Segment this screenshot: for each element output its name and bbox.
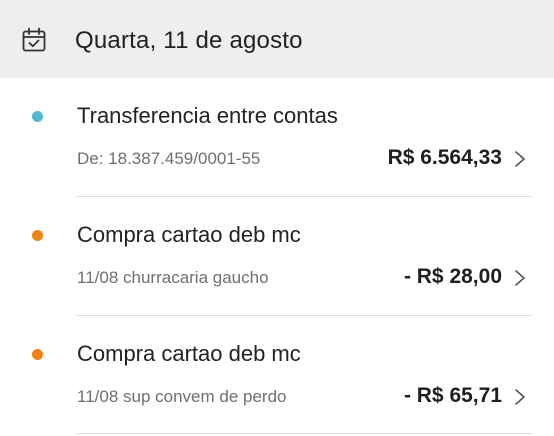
- transaction-title: Compra cartao deb mc: [77, 222, 301, 247]
- transaction-amount: R$ 6.564,33: [387, 146, 502, 169]
- chevron-right-icon: [515, 151, 525, 167]
- transaction-amount: - R$ 28,00: [403, 265, 502, 288]
- transaction-row[interactable]: Compra cartao deb mc 11/08 sup convem de…: [0, 316, 554, 434]
- status-dot-icon: [32, 230, 43, 241]
- transaction-amount: - R$ 65,71: [403, 384, 502, 407]
- transaction-row[interactable]: Compra cartao deb mc 11/08 churracaria g…: [0, 197, 554, 315]
- date-header: Quarta, 11 de agosto: [0, 0, 554, 78]
- transaction-row[interactable]: Transferencia entre contas De: 18.387.45…: [0, 78, 554, 196]
- status-dot-icon: [32, 111, 43, 122]
- chevron-right-icon: [515, 389, 525, 405]
- transaction-title: Transferencia entre contas: [77, 103, 338, 128]
- date-title: Quarta, 11 de agosto: [75, 27, 303, 54]
- transaction-detail: 11/08 sup convem de perdo: [77, 387, 287, 406]
- divider: [77, 433, 532, 434]
- transaction-title: Compra cartao deb mc: [77, 341, 301, 366]
- statement-screen: Quarta, 11 de agosto Transferencia entre…: [0, 0, 554, 436]
- transaction-detail: De: 18.387.459/0001-55: [77, 149, 261, 168]
- calendar-check-icon: [22, 27, 46, 52]
- status-dot-icon: [32, 349, 43, 360]
- chevron-right-icon: [515, 270, 525, 286]
- transaction-detail: 11/08 churracaria gaucho: [77, 268, 269, 287]
